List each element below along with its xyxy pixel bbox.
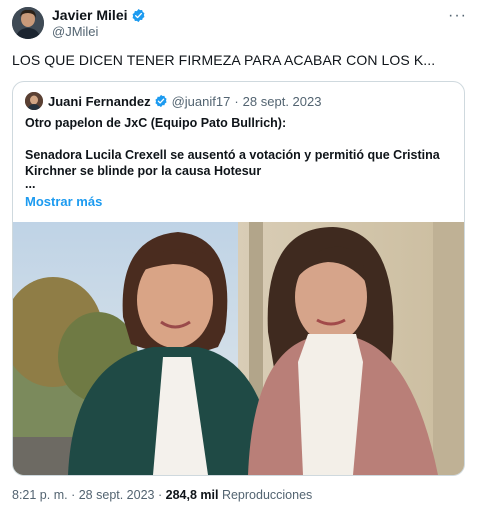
author-avatar[interactable] <box>12 7 44 39</box>
views-label: Reproducciones <box>221 488 313 502</box>
quoted-tweet[interactable]: Juani Fernandez @juanif17 · 28 sept. 202… <box>12 81 465 476</box>
show-more-link[interactable]: Mostrar más <box>25 194 102 209</box>
tweet-date[interactable]: 28 sept. 2023 <box>79 488 155 502</box>
quoted-text-line2: Senadora Lucila Crexell se ausentó a vot… <box>25 148 440 178</box>
meta-separator: · <box>234 93 239 109</box>
quoted-author-name[interactable]: Juani Fernandez <box>48 94 151 109</box>
author-handle[interactable]: @JMilei <box>52 24 98 39</box>
quoted-photo[interactable] <box>13 222 464 475</box>
verified-badge-icon <box>155 94 167 108</box>
quoted-handle[interactable]: @juanif17 <box>172 94 231 109</box>
tweet-header: Javier Milei @JMilei ··· <box>12 7 467 41</box>
more-options-icon[interactable]: ··· <box>448 8 467 24</box>
tweet-time[interactable]: 8:21 p. m. <box>12 488 68 502</box>
quoted-date[interactable]: 28 sept. 2023 <box>243 94 322 109</box>
quoted-text-ellipsis: ... <box>25 177 36 191</box>
tweet-text: LOS QUE DICEN TENER FIRMEZA PARA ACABAR … <box>12 52 436 68</box>
meta-separator: · <box>71 488 76 502</box>
verified-badge-icon <box>132 8 144 22</box>
tweet-footer: 8:21 p. m. · 28 sept. 2023 · 284,8 mil R… <box>12 488 312 502</box>
meta-separator: · <box>157 488 163 502</box>
quoted-avatar[interactable] <box>25 92 43 110</box>
author-name[interactable]: Javier Milei <box>52 7 128 23</box>
quoted-header: Juani Fernandez @juanif17 · 28 sept. 202… <box>25 92 321 110</box>
views-count: 284,8 mil <box>165 488 219 502</box>
quoted-text: Otro papelon de JxC (Equipo Pato Bullric… <box>25 115 445 191</box>
quoted-text-line1: Otro papelon de JxC (Equipo Pato Bullric… <box>25 116 287 130</box>
